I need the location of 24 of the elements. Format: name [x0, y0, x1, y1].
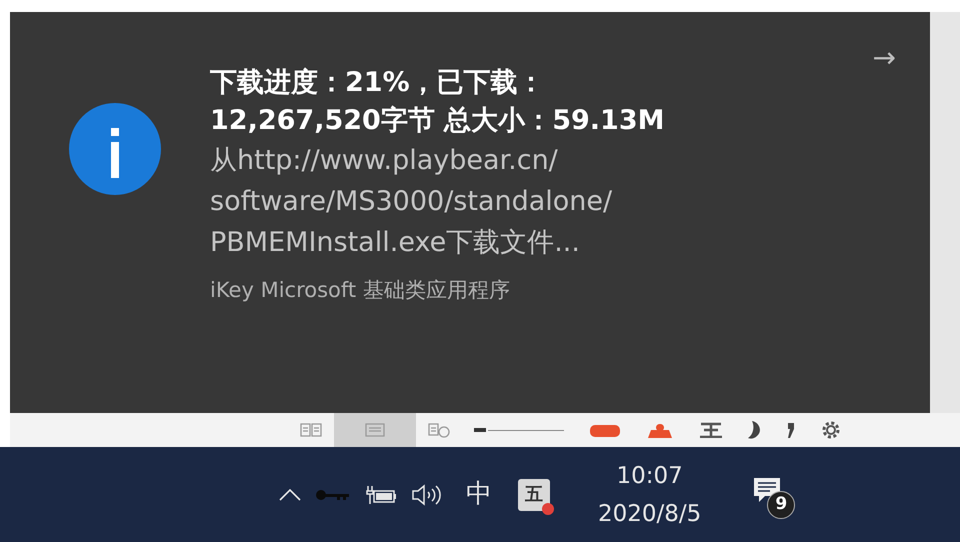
moon-icon — [748, 421, 762, 439]
clock-time[interactable]: 10:07 — [616, 456, 683, 494]
bars-icon — [698, 422, 724, 438]
notification-body: 从http://www.playbear.cn/ — [210, 144, 559, 178]
list-icon — [364, 422, 386, 438]
app-attribution: iKey Microsoft 基础类应用程序 — [210, 277, 511, 304]
dash-icon — [474, 428, 486, 432]
clock-date[interactable]: 2020/8/5 — [598, 494, 702, 532]
book-icon — [300, 422, 322, 438]
notification-badge: 9 — [767, 490, 796, 518]
expand-arrow[interactable]: → — [872, 40, 896, 76]
notification-toast[interactable]: 下载进度：21%，已下载： 12,267,520字节 总大小：59.13M 从http://www.playbear.cn/ software/MS3000/standalone/ PBMEMInstall.exe下载文件... iKey Microsoft 基础类应用程序 → — [10, 12, 930, 413]
document-globe-icon — [428, 422, 450, 438]
gear-icon — [820, 419, 842, 441]
language-indicator[interactable]: 中 — [466, 475, 492, 514]
person-icon — [646, 422, 674, 438]
notification-body: software/MS3000/standalone/ — [210, 185, 614, 219]
battery-plug-icon[interactable] — [365, 484, 397, 504]
info-icon — [68, 102, 162, 196]
notification-body: PBMEMInstall.exe下载文件... — [210, 226, 581, 260]
notification-title: 12,267,520字节 总大小：59.13M — [210, 104, 664, 138]
notification-title: 下载进度：21%，已下载： — [210, 66, 546, 100]
chevron-up-icon[interactable] — [279, 488, 301, 500]
comma-icon — [786, 421, 796, 439]
